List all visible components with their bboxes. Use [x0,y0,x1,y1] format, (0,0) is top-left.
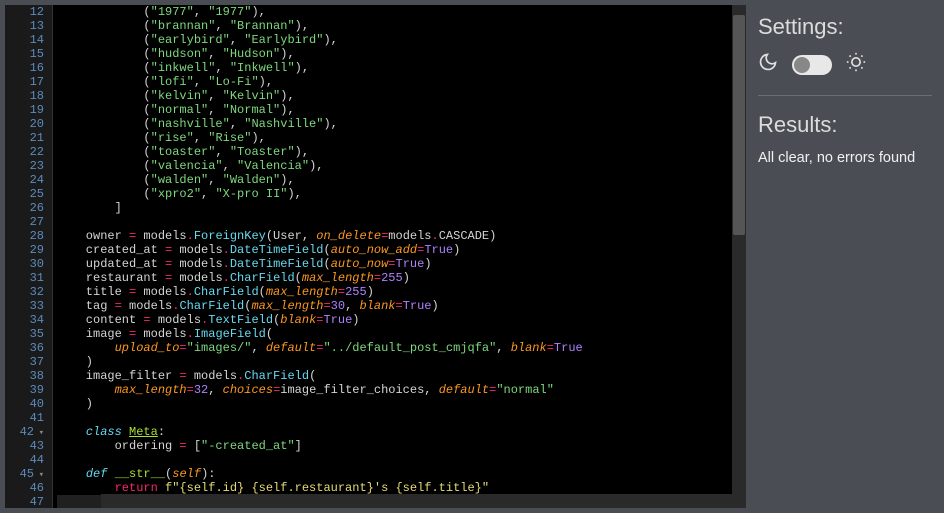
code-line[interactable]: return f"{self.id} {self.restaurant}'s {… [57,481,746,495]
line-number: 17 [5,75,44,89]
line-number: 19 [5,103,44,117]
line-number: 13 [5,19,44,33]
code-line[interactable]: created_at = models.DateTimeField(auto_n… [57,243,746,257]
theme-toggle[interactable] [792,55,832,75]
line-number: 27 [5,215,44,229]
line-number: 40 [5,397,44,411]
code-line[interactable]: tag = models.CharField(max_length=30, bl… [57,299,746,313]
code-line[interactable]: ("hudson", "Hudson"), [57,47,746,61]
code-line[interactable]: ) [57,355,746,369]
line-number: 31 [5,271,44,285]
code-line[interactable]: ("inkwell", "Inkwell"), [57,61,746,75]
line-number: 12 [5,5,44,19]
line-number: 18 [5,89,44,103]
code-line[interactable]: ("valencia", "Valencia"), [57,159,746,173]
settings-heading: Settings: [758,14,932,40]
code-line[interactable]: image = models.ImageField( [57,327,746,341]
theme-toggle-row [758,52,932,77]
line-number: 35 [5,327,44,341]
code-line[interactable]: ("normal", "Normal"), [57,103,746,117]
line-number: 32 [5,285,44,299]
code-line[interactable]: updated_at = models.DateTimeField(auto_n… [57,257,746,271]
theme-toggle-knob [794,57,810,73]
line-number: 37 [5,355,44,369]
code-line[interactable]: content = models.TextField(blank=True) [57,313,746,327]
code-line[interactable]: ] [57,201,746,215]
line-number: 15 [5,47,44,61]
code-area[interactable]: ("1977", "1977"), ("brannan", "Brannan")… [53,5,746,508]
code-line[interactable]: ("kelvin", "Kelvin"), [57,89,746,103]
line-number: 47 [5,495,44,509]
code-line[interactable] [57,411,746,425]
line-number: 16 [5,61,44,75]
results-heading: Results: [758,112,932,138]
line-number: 24 [5,173,44,187]
code-editor[interactable]: 1213141516171819202122232425262728293031… [5,5,746,508]
moon-icon [758,52,778,77]
code-content[interactable]: ("1977", "1977"), ("brannan", "Brannan")… [53,5,746,508]
line-number: 30 [5,257,44,271]
line-number: 43 [5,439,44,453]
line-number-gutter: 1213141516171819202122232425262728293031… [5,5,53,508]
code-line[interactable]: def __str__(self): [57,467,746,481]
horizontal-scrollbar[interactable] [101,494,732,508]
code-line[interactable]: image_filter = models.CharField( [57,369,746,383]
line-number: 36 [5,341,44,355]
code-line[interactable]: ("walden", "Walden"), [57,173,746,187]
line-number: 39 [5,383,44,397]
code-line[interactable] [57,453,746,467]
vertical-scrollbar[interactable] [732,5,746,508]
code-editor-pane: 1213141516171819202122232425262728293031… [0,0,746,513]
line-number: 46 [5,481,44,495]
code-line[interactable]: title = models.CharField(max_length=255) [57,285,746,299]
code-line[interactable]: ("brannan", "Brannan"), [57,19,746,33]
divider [758,95,932,96]
code-line[interactable]: owner = models.ForeignKey(User, on_delet… [57,229,746,243]
code-line[interactable] [57,215,746,229]
line-number: 28 [5,229,44,243]
code-line[interactable]: ) [57,397,746,411]
line-number: 20 [5,117,44,131]
line-number: 44 [5,453,44,467]
line-number: 22 [5,145,44,159]
line-number: 25 [5,187,44,201]
code-line[interactable]: ("xpro2", "X-pro II"), [57,187,746,201]
line-number: 41 [5,411,44,425]
vertical-scrollbar-thumb[interactable] [733,15,745,235]
code-line[interactable]: ("earlybird", "Earlybird"), [57,33,746,47]
line-number: 34 [5,313,44,327]
code-line[interactable]: ("rise", "Rise"), [57,131,746,145]
line-number: 45▾ [5,467,44,481]
line-number: 33 [5,299,44,313]
code-line[interactable]: ordering = ["-created_at"] [57,439,746,453]
code-line[interactable]: ("nashville", "Nashville"), [57,117,746,131]
code-line[interactable]: upload_to="images/", default="../default… [57,341,746,355]
line-number: 23 [5,159,44,173]
code-line[interactable]: ("1977", "1977"), [57,5,746,19]
code-line[interactable]: max_length=32, choices=image_filter_choi… [57,383,746,397]
line-number: 42▾ [5,425,44,439]
line-number: 21 [5,131,44,145]
code-line[interactable]: ("lofi", "Lo-Fi"), [57,75,746,89]
line-number: 29 [5,243,44,257]
code-line[interactable]: ("toaster", "Toaster"), [57,145,746,159]
code-line[interactable]: restaurant = models.CharField(max_length… [57,271,746,285]
line-number: 38 [5,369,44,383]
line-number: 26 [5,201,44,215]
side-panel: Settings: Results: All clear, no errors … [746,0,944,513]
results-message: All clear, no errors found [758,150,932,166]
sun-icon [846,52,866,77]
line-number: 14 [5,33,44,47]
code-line[interactable]: class Meta: [57,425,746,439]
